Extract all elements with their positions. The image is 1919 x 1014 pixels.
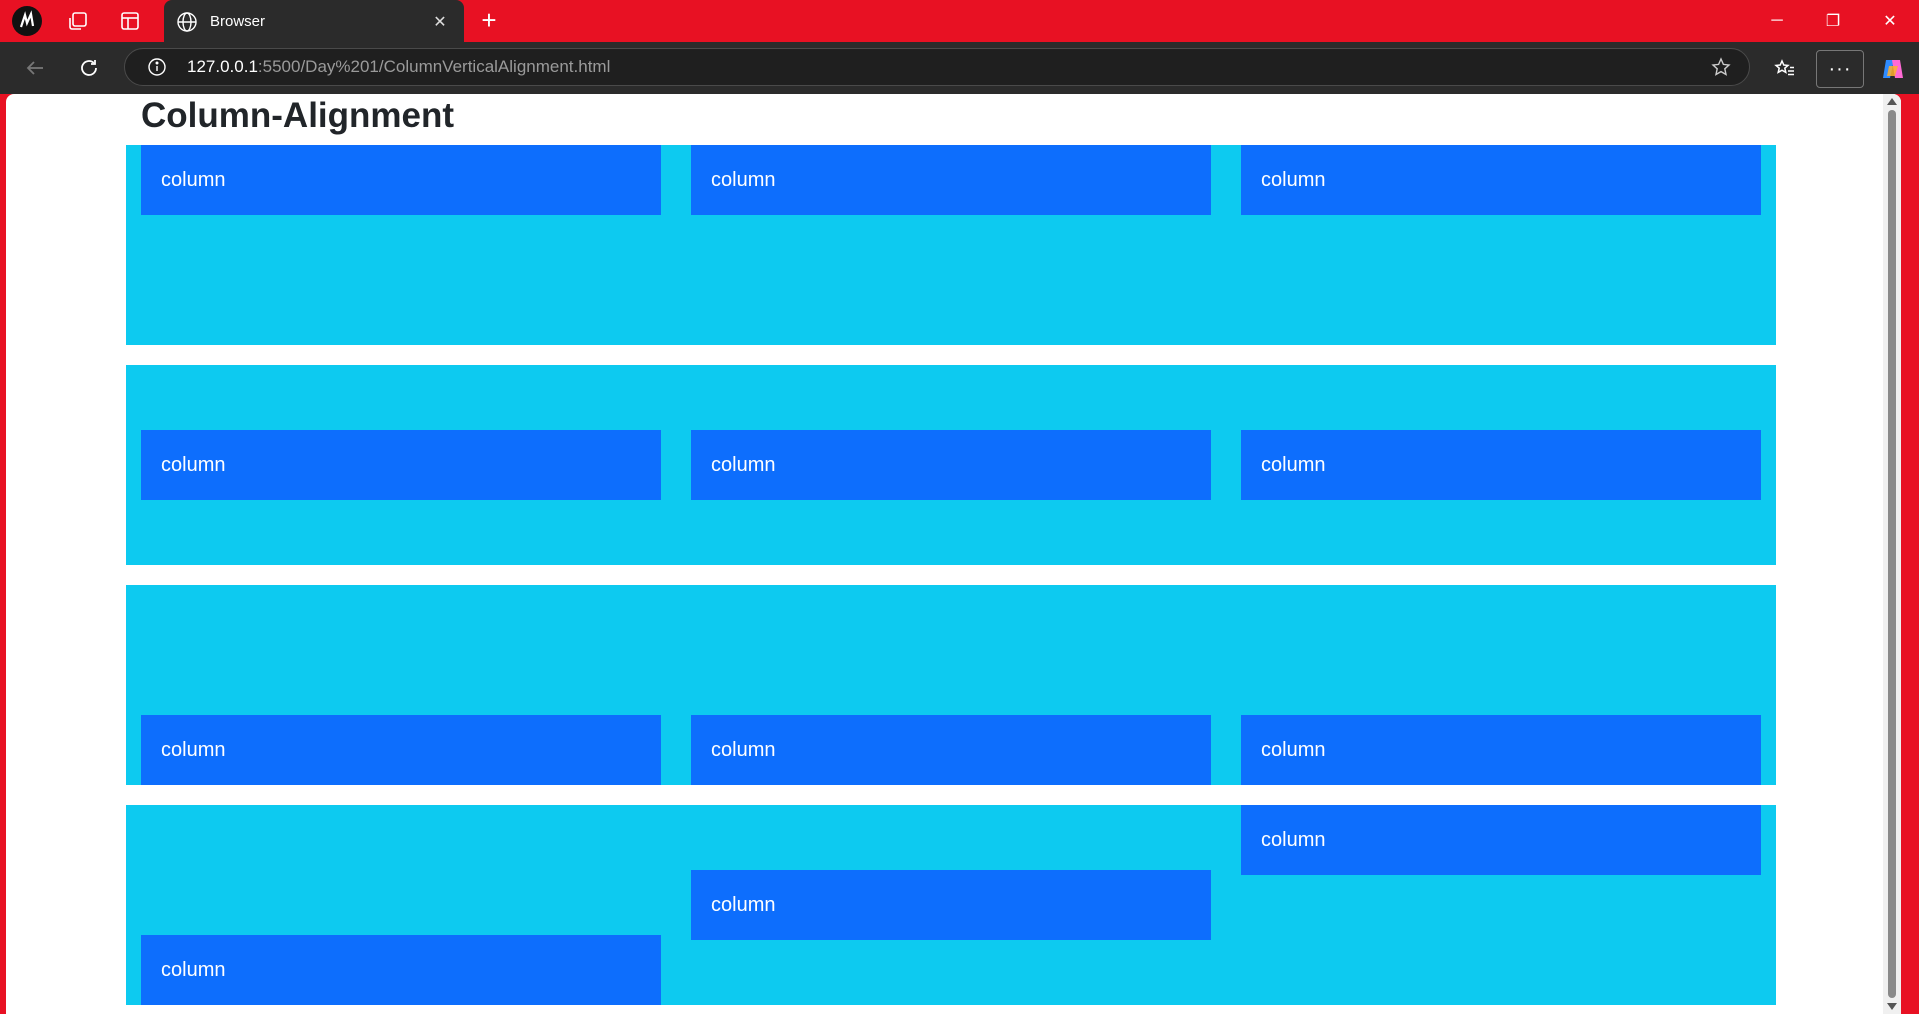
url-path: :5500/Day%201/ColumnVerticalAlignment.ht… bbox=[257, 57, 611, 76]
row-align-end: column column column bbox=[126, 585, 1776, 785]
column-box: column bbox=[691, 715, 1211, 785]
column-box: column bbox=[141, 430, 661, 500]
site-info-icon[interactable] bbox=[147, 57, 167, 77]
favorites-icon[interactable] bbox=[1768, 52, 1802, 86]
column-box: column bbox=[1241, 715, 1761, 785]
page-viewport: Column-Alignment column column column co… bbox=[6, 94, 1901, 1014]
scrollbar-thumb[interactable] bbox=[1888, 110, 1896, 998]
new-tab-button[interactable]: + bbox=[474, 6, 504, 36]
row-align-start: column column column bbox=[126, 145, 1776, 345]
page-title: Column-Alignment bbox=[141, 96, 455, 135]
title-bar: Browser ✕ + ─ ❐ ✕ bbox=[0, 0, 1919, 43]
more-menu-button[interactable]: ··· bbox=[1816, 50, 1864, 88]
minimize-button[interactable]: ─ bbox=[1750, 0, 1804, 42]
row-align-self-mixed: column column column bbox=[126, 805, 1776, 1005]
url-host: 127.0.0.1 bbox=[187, 57, 258, 76]
column-box: column bbox=[691, 430, 1211, 500]
row-align-center: column column column bbox=[126, 365, 1776, 565]
back-button[interactable] bbox=[20, 53, 50, 83]
column-box: column bbox=[141, 935, 661, 1005]
refresh-button[interactable] bbox=[74, 53, 104, 83]
workspaces-icon[interactable] bbox=[63, 6, 93, 36]
profile-avatar[interactable] bbox=[12, 6, 42, 36]
address-bar[interactable]: 127.0.0.1:5500/Day%201/ColumnVerticalAli… bbox=[124, 48, 1750, 86]
column-box: column bbox=[691, 870, 1211, 940]
tab-title: Browser bbox=[210, 13, 266, 30]
active-tab[interactable]: Browser ✕ bbox=[164, 0, 464, 43]
url-text[interactable]: 127.0.0.1:5500/Day%201/ColumnVerticalAli… bbox=[187, 49, 610, 85]
column-box: column bbox=[1241, 145, 1761, 215]
browser-toolbar: 127.0.0.1:5500/Day%201/ColumnVerticalAli… bbox=[0, 42, 1919, 94]
column-box: column bbox=[691, 145, 1211, 215]
close-window-button[interactable]: ✕ bbox=[1863, 0, 1917, 42]
favorite-star-icon[interactable] bbox=[1711, 57, 1731, 77]
vertical-scrollbar[interactable] bbox=[1883, 94, 1901, 1014]
column-box: column bbox=[141, 715, 661, 785]
column-box: column bbox=[1241, 805, 1761, 875]
scroll-down-arrow[interactable] bbox=[1887, 1003, 1897, 1010]
globe-icon bbox=[176, 11, 198, 33]
column-box: column bbox=[1241, 430, 1761, 500]
tab-actions-icon[interactable] bbox=[115, 6, 145, 36]
column-box: column bbox=[141, 145, 661, 215]
copilot-icon[interactable] bbox=[1876, 52, 1910, 86]
scroll-up-arrow[interactable] bbox=[1887, 98, 1897, 105]
restore-button[interactable]: ❐ bbox=[1806, 0, 1860, 42]
close-tab-icon[interactable]: ✕ bbox=[430, 12, 450, 32]
